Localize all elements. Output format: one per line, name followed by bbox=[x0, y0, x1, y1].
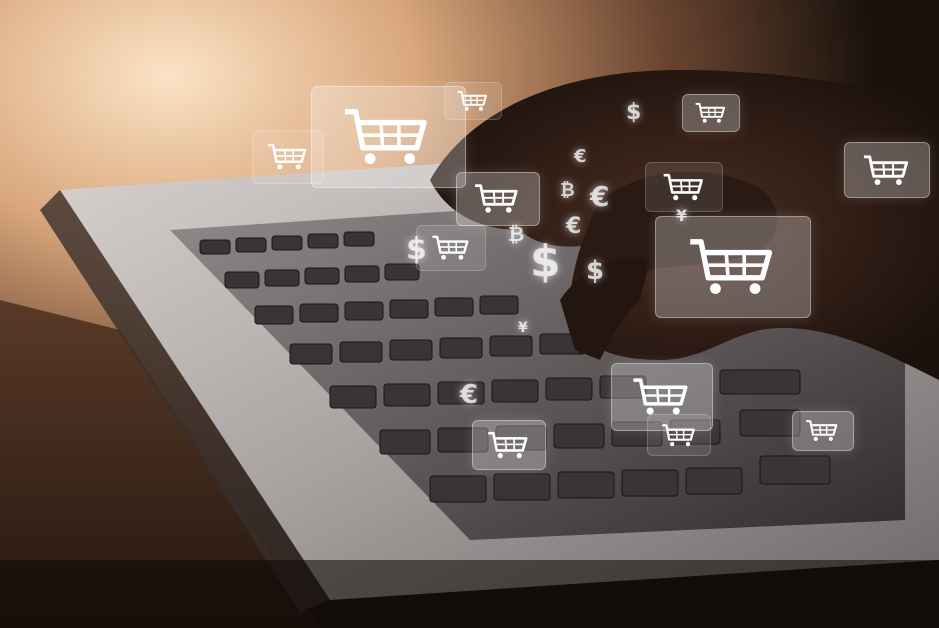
photo-scene: $ € ₿ ¥ $ € ₿ $ € ¥ $ € bbox=[0, 0, 939, 628]
shopping-cart-icon bbox=[663, 173, 703, 200]
shopping-cart-icon bbox=[345, 109, 428, 164]
shopping-cart-tile bbox=[792, 411, 854, 451]
shopping-cart-tile bbox=[472, 420, 546, 470]
shopping-cart-icon bbox=[431, 235, 469, 260]
shopping-cart-icon bbox=[475, 184, 519, 214]
shopping-cart-tile bbox=[444, 82, 502, 120]
shopping-cart-icon bbox=[689, 239, 772, 294]
shopping-cart-icon bbox=[661, 423, 695, 446]
shopping-cart-tile bbox=[416, 225, 486, 271]
shopping-cart-icon bbox=[457, 90, 487, 111]
shopping-cart-icon bbox=[806, 420, 838, 442]
shopping-cart-tile bbox=[456, 172, 540, 226]
shopping-cart-tile bbox=[682, 94, 740, 132]
shopping-cart-tile bbox=[655, 216, 811, 318]
shopping-cart-tile bbox=[252, 130, 324, 184]
shopping-cart-tile bbox=[645, 162, 723, 212]
shopping-cart-icon bbox=[267, 143, 307, 170]
shopping-cart-icon bbox=[863, 154, 908, 185]
shopping-cart-icon bbox=[488, 431, 528, 458]
shopping-cart-tile bbox=[311, 86, 466, 188]
shopping-cart-tile bbox=[844, 142, 930, 198]
shopping-cart-tile bbox=[647, 414, 711, 456]
shopping-cart-icon bbox=[695, 102, 725, 123]
